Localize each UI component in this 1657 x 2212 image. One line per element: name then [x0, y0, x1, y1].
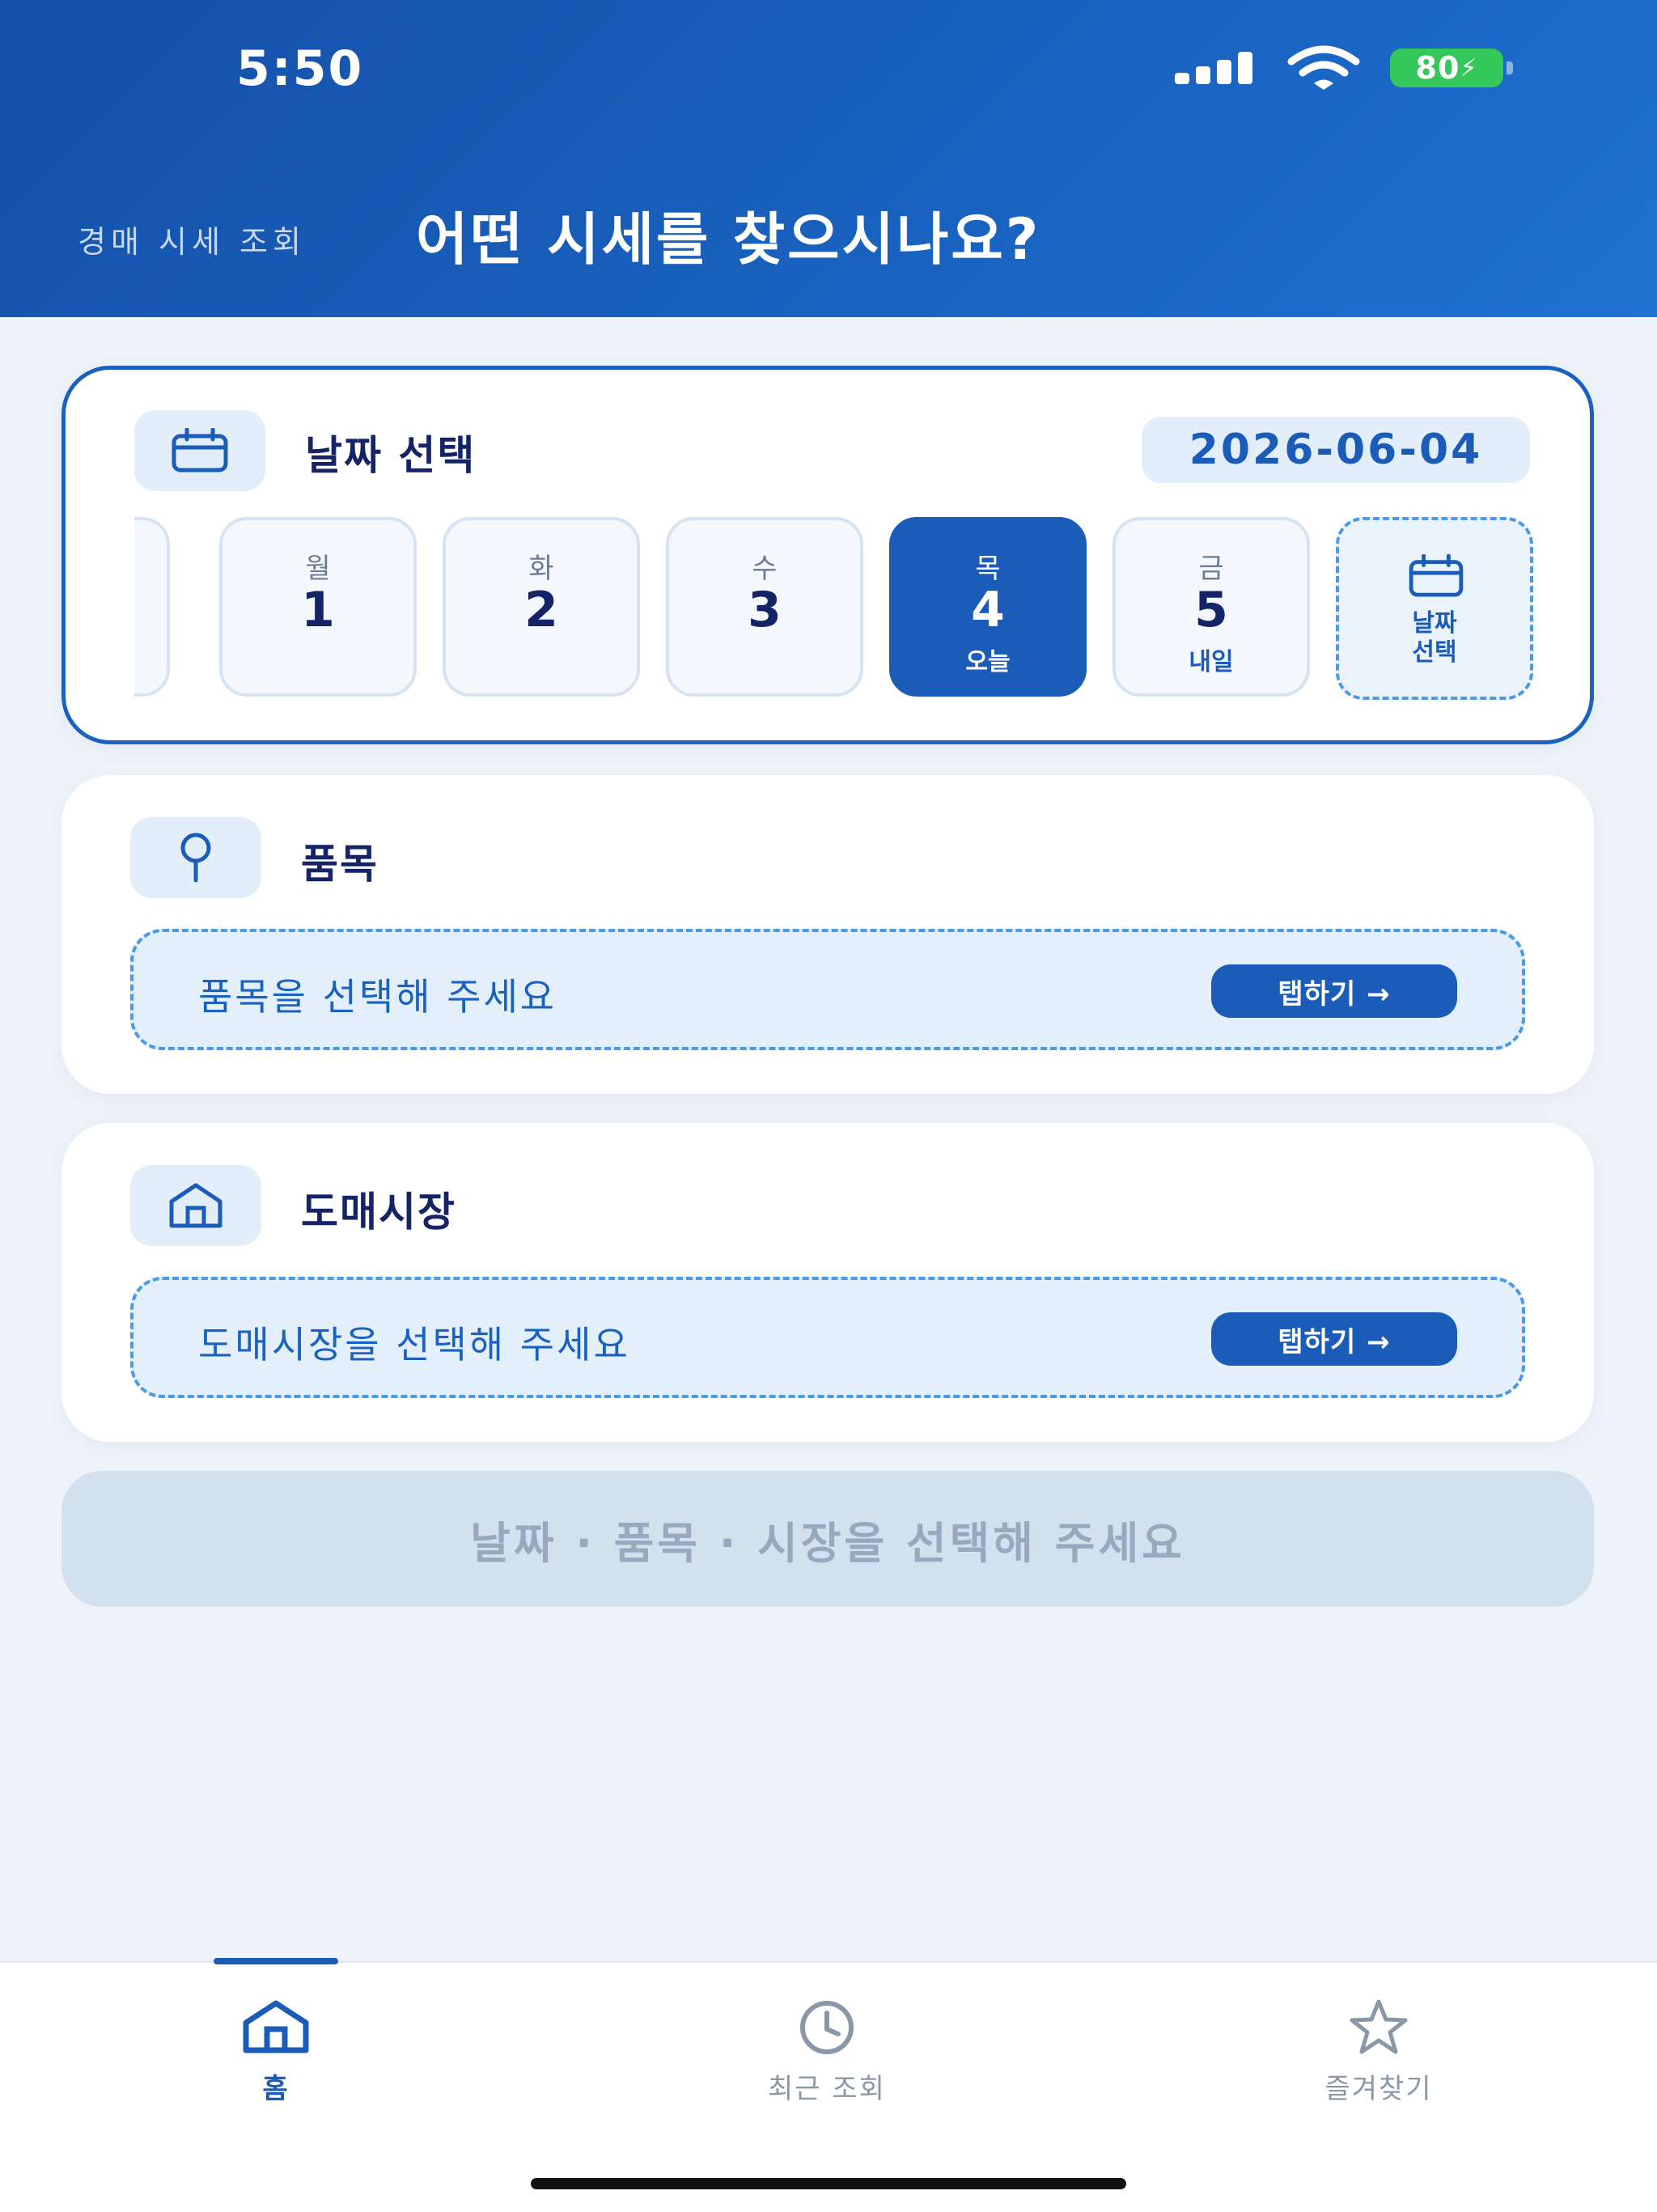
pin-icon — [180, 833, 211, 883]
day-chip-3[interactable]: 수 3 — [666, 517, 863, 697]
market-icon-box — [130, 1165, 261, 1246]
day-chip-prev[interactable] — [134, 517, 170, 697]
item-tap-button[interactable]: 탭하기 → — [1211, 964, 1457, 1018]
tab-recent[interactable]: 최근 조회 — [706, 1998, 948, 2106]
pick-date-label: 날짜 선택 — [1339, 609, 1530, 667]
home-icon — [243, 2000, 309, 2053]
tab-active-indicator — [214, 1958, 338, 1964]
day-sublabel: 오늘 — [965, 648, 1011, 676]
date-icon-box — [134, 410, 265, 491]
header-subtitle: 경매 시세 조회 — [78, 224, 306, 260]
battery-icon: 80 ⚡ — [1390, 49, 1503, 87]
clock-icon — [800, 2001, 854, 2054]
pick-date-button[interactable]: 날짜 선택 — [1336, 517, 1533, 700]
item-icon-box — [130, 817, 261, 898]
day-label: 금 — [1198, 553, 1224, 585]
day-label: 화 — [528, 553, 554, 585]
item-card: 품목 품목을 선택해 주세요 탭하기 → — [61, 775, 1594, 1094]
market-card: 도매시장 도매시장을 선택해 주세요 탭하기 → — [61, 1123, 1594, 1442]
market-icon — [169, 1183, 222, 1228]
day-label: 수 — [752, 553, 778, 585]
tab-favorites-label: 즐겨찾기 — [1324, 2073, 1433, 2105]
day-strip[interactable]: 월 1 화 2 수 3 목 4 오늘 금 5 내일 날짜 선택 — [134, 517, 1534, 703]
day-chip-5-tomorrow[interactable]: 금 5 내일 — [1112, 517, 1310, 697]
battery-tip — [1507, 61, 1513, 74]
day-label: 월 — [305, 553, 331, 585]
market-tap-button[interactable]: 탭하기 → — [1211, 1312, 1457, 1366]
pick-label-line1: 날짜 — [1412, 609, 1457, 638]
tab-home-label: 홈 — [262, 2073, 290, 2105]
submit-button[interactable]: 날짜 · 품목 · 시장을 선택해 주세요 — [61, 1471, 1594, 1607]
calendar-icon — [1409, 554, 1464, 597]
calendar-icon — [172, 428, 228, 472]
pick-label-line2: 선택 — [1412, 638, 1457, 667]
day-chip-2[interactable]: 화 2 — [443, 517, 640, 697]
day-number: 2 — [524, 582, 558, 638]
date-card: 날짜 선택 2026-06-04 월 1 화 2 수 3 목 4 오늘 금 5 … — [61, 366, 1594, 744]
battery-level: 80 — [1415, 50, 1460, 86]
market-select-box[interactable]: 도매시장을 선택해 주세요 탭하기 → — [130, 1277, 1525, 1398]
header: 5:50 80 ⚡ 경매 시세 조회 어떤 시세를 찾으시나요? — [0, 0, 1657, 317]
day-label: 목 — [975, 553, 1001, 585]
market-card-title: 도매시장 — [301, 1189, 456, 1235]
tab-favorites[interactable]: 즐겨찾기 — [1257, 1998, 1500, 2106]
status-time: 5:50 — [236, 40, 364, 97]
tab-recent-label: 최근 조회 — [768, 2073, 886, 2105]
day-number: 3 — [748, 582, 782, 638]
day-sublabel: 내일 — [1189, 648, 1234, 676]
day-number: 1 — [301, 582, 335, 638]
day-chip-4-today[interactable]: 목 4 오늘 — [889, 517, 1087, 697]
day-number: 4 — [971, 582, 1005, 638]
item-placeholder: 품목을 선택해 주세요 — [198, 975, 557, 1019]
day-chip-1[interactable]: 월 1 — [219, 517, 417, 697]
star-icon — [1350, 1999, 1408, 2054]
market-placeholder: 도매시장을 선택해 주세요 — [198, 1323, 630, 1367]
home-indicator — [531, 2178, 1126, 2189]
date-card-title: 날짜 선택 — [305, 432, 477, 479]
tab-bar: 홈 최근 조회 즐겨찾기 — [0, 1958, 1657, 2212]
signal-icon — [1175, 52, 1264, 84]
day-number: 5 — [1194, 582, 1228, 638]
selected-date-badge[interactable]: 2026-06-04 — [1142, 417, 1530, 483]
wifi-icon — [1287, 45, 1360, 90]
item-select-box[interactable]: 품목을 선택해 주세요 탭하기 → — [130, 929, 1525, 1050]
item-card-title: 품목 — [301, 841, 379, 888]
page-title: 어떤 시세를 찾으시나요? — [416, 206, 1041, 273]
tab-home[interactable]: 홈 — [155, 1998, 397, 2106]
